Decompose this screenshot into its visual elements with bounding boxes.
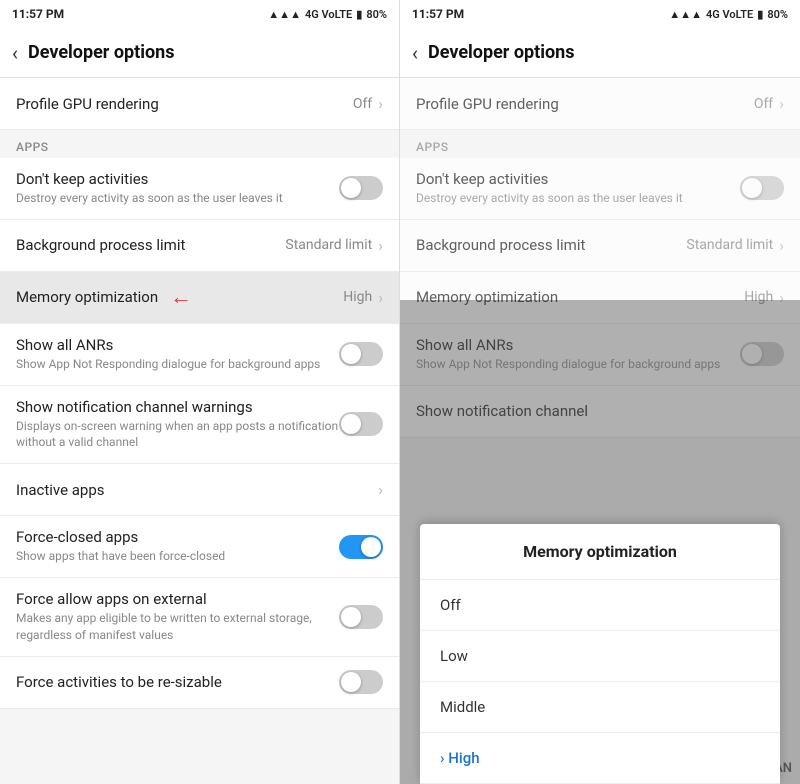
right-item-bg-process-value: Standard limit bbox=[686, 237, 773, 253]
left-item-memory-opt[interactable]: Memory optimization ← High › bbox=[0, 272, 399, 324]
left-back-button[interactable]: ‹ bbox=[12, 41, 18, 65]
dialog-option-middle[interactable]: Middle bbox=[420, 682, 780, 733]
network-label: 4G VoLTE bbox=[305, 8, 352, 21]
left-item-force-resizable-title: Force activities to be re-sizable bbox=[16, 673, 339, 691]
left-toggle-dont-keep[interactable] bbox=[339, 176, 383, 200]
left-item-profile-gpu[interactable]: Profile GPU rendering Off › bbox=[0, 78, 399, 130]
battery-percent: 80% bbox=[366, 8, 387, 21]
left-toggle-show-anrs[interactable] bbox=[339, 342, 383, 366]
right-page-title: Developer options bbox=[428, 42, 575, 63]
left-chevron-memory-opt: › bbox=[378, 288, 383, 307]
right-status-icons: ▲▲▲ 4G VoLTE ▮ 80% bbox=[669, 8, 788, 21]
right-item-dont-keep: Don't keep activities Destroy every acti… bbox=[400, 158, 800, 220]
left-item-force-allow-subtitle: Makes any app eligible to be written to … bbox=[16, 610, 339, 644]
left-item-force-allow-title: Force allow apps on external bbox=[16, 590, 339, 608]
left-item-bg-process-title: Background process limit bbox=[16, 236, 285, 254]
left-item-force-closed-title: Force-closed apps bbox=[16, 528, 339, 546]
right-item-bg-process-title: Background process limit bbox=[416, 236, 686, 254]
right-phone-panel: 11:57 PM ▲▲▲ 4G VoLTE ▮ 80% ‹ Developer … bbox=[400, 0, 800, 784]
left-toggle-notif-channel[interactable] bbox=[339, 412, 383, 436]
left-item-show-anrs[interactable]: Show all ANRs Show App Not Responding di… bbox=[0, 324, 399, 386]
left-item-notif-channel-subtitle: Displays on-screen warning when an app p… bbox=[16, 418, 339, 452]
signal-icon: ▲▲▲ bbox=[268, 8, 301, 21]
left-item-force-resizable[interactable]: Force activities to be re-sizable bbox=[0, 657, 399, 709]
right-item-profile-gpu-content: Profile GPU rendering bbox=[416, 95, 754, 113]
left-item-profile-gpu-content: Profile GPU rendering bbox=[16, 95, 353, 113]
left-status-bar: 11:57 PM ▲▲▲ 4G VoLTE ▮ 80% bbox=[0, 0, 399, 28]
left-item-bg-process[interactable]: Background process limit Standard limit … bbox=[0, 220, 399, 272]
right-item-bg-process: Background process limit Standard limit … bbox=[400, 220, 800, 272]
left-phone-panel: 11:57 PM ▲▲▲ 4G VoLTE ▮ 80% ‹ Developer … bbox=[0, 0, 400, 784]
right-status-bar: 11:57 PM ▲▲▲ 4G VoLTE ▮ 80% bbox=[400, 0, 800, 28]
right-item-dont-keep-subtitle: Destroy every activity as soon as the us… bbox=[416, 190, 740, 207]
dialog-option-off[interactable]: Off bbox=[420, 580, 780, 631]
left-status-icons: ▲▲▲ 4G VoLTE ▮ 80% bbox=[268, 8, 387, 21]
dialog-overlay: Memory optimization Off Low Middle High bbox=[400, 300, 800, 784]
left-item-force-allow-content: Force allow apps on external Makes any a… bbox=[16, 590, 339, 644]
left-chevron-bg-process: › bbox=[378, 236, 383, 255]
left-time: 11:57 PM bbox=[12, 7, 64, 21]
right-item-dont-keep-content: Don't keep activities Destroy every acti… bbox=[416, 170, 740, 207]
left-item-notif-channel[interactable]: Show notification channel warnings Displ… bbox=[0, 386, 399, 465]
left-item-dont-keep-subtitle: Destroy every activity as soon as the us… bbox=[16, 190, 339, 207]
left-item-force-closed-subtitle: Show apps that have been force-closed bbox=[16, 548, 339, 565]
dialog-title: Memory optimization bbox=[420, 524, 780, 580]
right-back-button[interactable]: ‹ bbox=[412, 41, 418, 65]
left-item-inactive-apps-title: Inactive apps bbox=[16, 481, 376, 499]
left-section-apps: APPS bbox=[0, 130, 399, 158]
left-item-show-anrs-title: Show all ANRs bbox=[16, 336, 339, 354]
left-page-title: Developer options bbox=[28, 42, 175, 63]
right-item-dont-keep-title: Don't keep activities bbox=[416, 170, 740, 188]
left-item-dont-keep-title: Don't keep activities bbox=[16, 170, 339, 188]
left-item-inactive-apps-content: Inactive apps bbox=[16, 481, 376, 499]
left-settings-list: Profile GPU rendering Off › APPS Don't k… bbox=[0, 78, 399, 784]
right-toggle-dont-keep bbox=[740, 176, 784, 200]
left-toggle-force-resizable[interactable] bbox=[339, 670, 383, 694]
left-item-force-resizable-content: Force activities to be re-sizable bbox=[16, 673, 339, 691]
left-item-inactive-apps[interactable]: Inactive apps › bbox=[0, 464, 399, 516]
dialog-option-low[interactable]: Low bbox=[420, 631, 780, 682]
right-network-label: 4G VoLTE bbox=[706, 8, 753, 21]
left-item-force-closed[interactable]: Force-closed apps Show apps that have be… bbox=[0, 516, 399, 578]
left-item-memory-opt-value: High bbox=[343, 289, 372, 305]
right-header: ‹ Developer options bbox=[400, 28, 800, 78]
right-battery-icon: ▮ bbox=[757, 8, 763, 21]
right-battery-percent: 80% bbox=[767, 8, 788, 21]
right-signal-icon: ▲▲▲ bbox=[669, 8, 702, 21]
memory-optimization-dialog: Memory optimization Off Low Middle High bbox=[420, 524, 780, 784]
left-item-bg-process-content: Background process limit bbox=[16, 236, 285, 254]
left-chevron-inactive-apps: › bbox=[378, 480, 383, 499]
right-chevron-profile-gpu: › bbox=[779, 94, 784, 113]
left-item-force-closed-content: Force-closed apps Show apps that have be… bbox=[16, 528, 339, 565]
left-item-notif-channel-content: Show notification channel warnings Displ… bbox=[16, 398, 339, 452]
left-toggle-force-closed[interactable] bbox=[339, 535, 383, 559]
right-item-bg-process-content: Background process limit bbox=[416, 236, 686, 254]
right-item-profile-gpu: Profile GPU rendering Off › bbox=[400, 78, 800, 130]
battery-icon: ▮ bbox=[356, 8, 362, 21]
left-item-profile-gpu-title: Profile GPU rendering bbox=[16, 95, 353, 113]
right-item-profile-gpu-value: Off bbox=[754, 96, 773, 112]
left-chevron-profile-gpu: › bbox=[378, 94, 383, 113]
left-item-profile-gpu-value: Off bbox=[353, 96, 372, 112]
left-item-bg-process-value: Standard limit bbox=[285, 237, 372, 253]
left-arrow-indicator: ← bbox=[170, 284, 192, 310]
left-item-notif-channel-title: Show notification channel warnings bbox=[16, 398, 339, 416]
left-header: ‹ Developer options bbox=[0, 28, 399, 78]
right-chevron-bg-process: › bbox=[779, 236, 784, 255]
dialog-option-high[interactable]: High bbox=[420, 733, 780, 784]
left-item-dont-keep[interactable]: Don't keep activities Destroy every acti… bbox=[0, 158, 399, 220]
left-item-dont-keep-content: Don't keep activities Destroy every acti… bbox=[16, 170, 339, 207]
right-section-apps: APPS bbox=[400, 130, 800, 158]
right-item-profile-gpu-title: Profile GPU rendering bbox=[416, 95, 754, 113]
left-item-show-anrs-subtitle: Show App Not Responding dialogue for bac… bbox=[16, 356, 339, 373]
left-item-show-anrs-content: Show all ANRs Show App Not Responding di… bbox=[16, 336, 339, 373]
right-time: 11:57 PM bbox=[412, 7, 464, 21]
left-item-force-allow[interactable]: Force allow apps on external Makes any a… bbox=[0, 578, 399, 657]
left-toggle-force-allow[interactable] bbox=[339, 605, 383, 629]
